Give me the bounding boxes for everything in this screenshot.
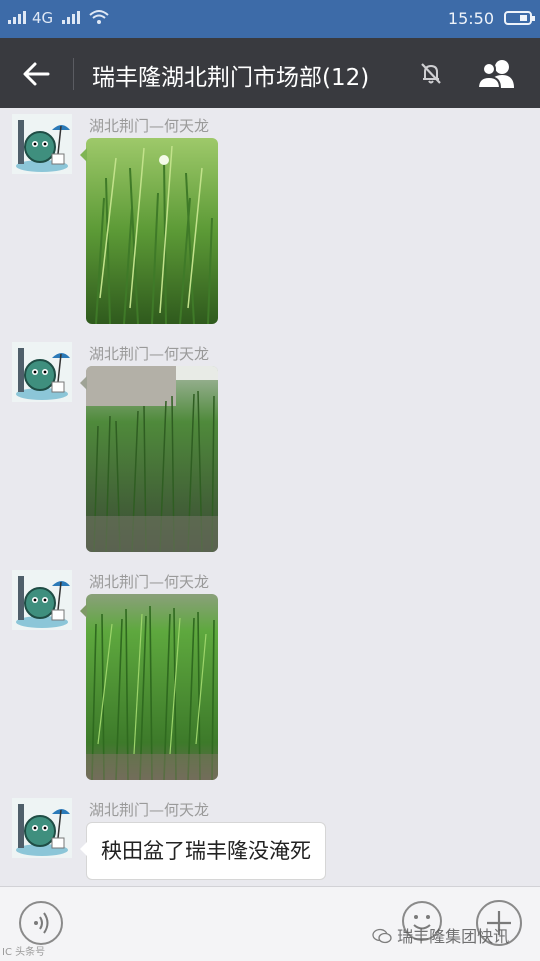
- voice-icon[interactable]: [19, 901, 63, 945]
- corner-watermark: IC 头条号: [2, 947, 46, 958]
- sender-name: 湖北荆门—何天龙: [89, 573, 210, 591]
- avatar[interactable]: [12, 798, 72, 858]
- sender-name: 湖北荆门—何天龙: [89, 801, 210, 819]
- sender-name: 湖北荆门—何天龙: [89, 345, 210, 363]
- group-icon[interactable]: [474, 56, 520, 92]
- signal-icon-2: [62, 10, 80, 28]
- input-bar: 瑞丰隆集团快讯 IC 头条号: [0, 886, 540, 961]
- bubble-tail: [80, 842, 87, 856]
- bubble-tail: [80, 148, 87, 162]
- chat-header: 瑞丰隆湖北荆门市场部(12): [0, 38, 540, 108]
- avatar[interactable]: [12, 114, 72, 174]
- avatar[interactable]: [12, 570, 72, 630]
- battery-icon: [504, 11, 535, 25]
- image-message[interactable]: [86, 138, 218, 324]
- avatar[interactable]: [12, 342, 72, 402]
- signal-icon: [8, 10, 26, 28]
- image-message[interactable]: [86, 366, 218, 552]
- clock: 15:50: [447, 9, 494, 28]
- network-type: 4G: [32, 9, 54, 27]
- image-message[interactable]: [86, 594, 218, 780]
- bell-off-icon: [418, 60, 444, 86]
- header-divider: [73, 58, 74, 90]
- bubble-tail: [80, 604, 87, 618]
- wifi-icon: [88, 8, 110, 30]
- wechat-icon: [372, 928, 392, 944]
- watermark-text: 瑞丰隆集团快讯: [397, 927, 510, 946]
- arrow-left-icon[interactable]: [18, 56, 54, 92]
- watermark: 瑞丰隆集团快讯: [372, 923, 509, 947]
- status-bar: 4G 15:50: [0, 0, 540, 38]
- chat-title: 瑞丰隆湖北荆门市场部(12): [92, 65, 370, 91]
- message-list[interactable]: 湖北荆门—何天龙 湖北荆门—何天龙 湖北荆门—何天龙 湖北荆门—何天龙 秧田盆了…: [0, 108, 540, 886]
- sender-name: 湖北荆门—何天龙: [89, 117, 210, 135]
- text-message[interactable]: 秧田盆了瑞丰隆没淹死: [86, 822, 326, 880]
- bubble-tail: [80, 376, 87, 390]
